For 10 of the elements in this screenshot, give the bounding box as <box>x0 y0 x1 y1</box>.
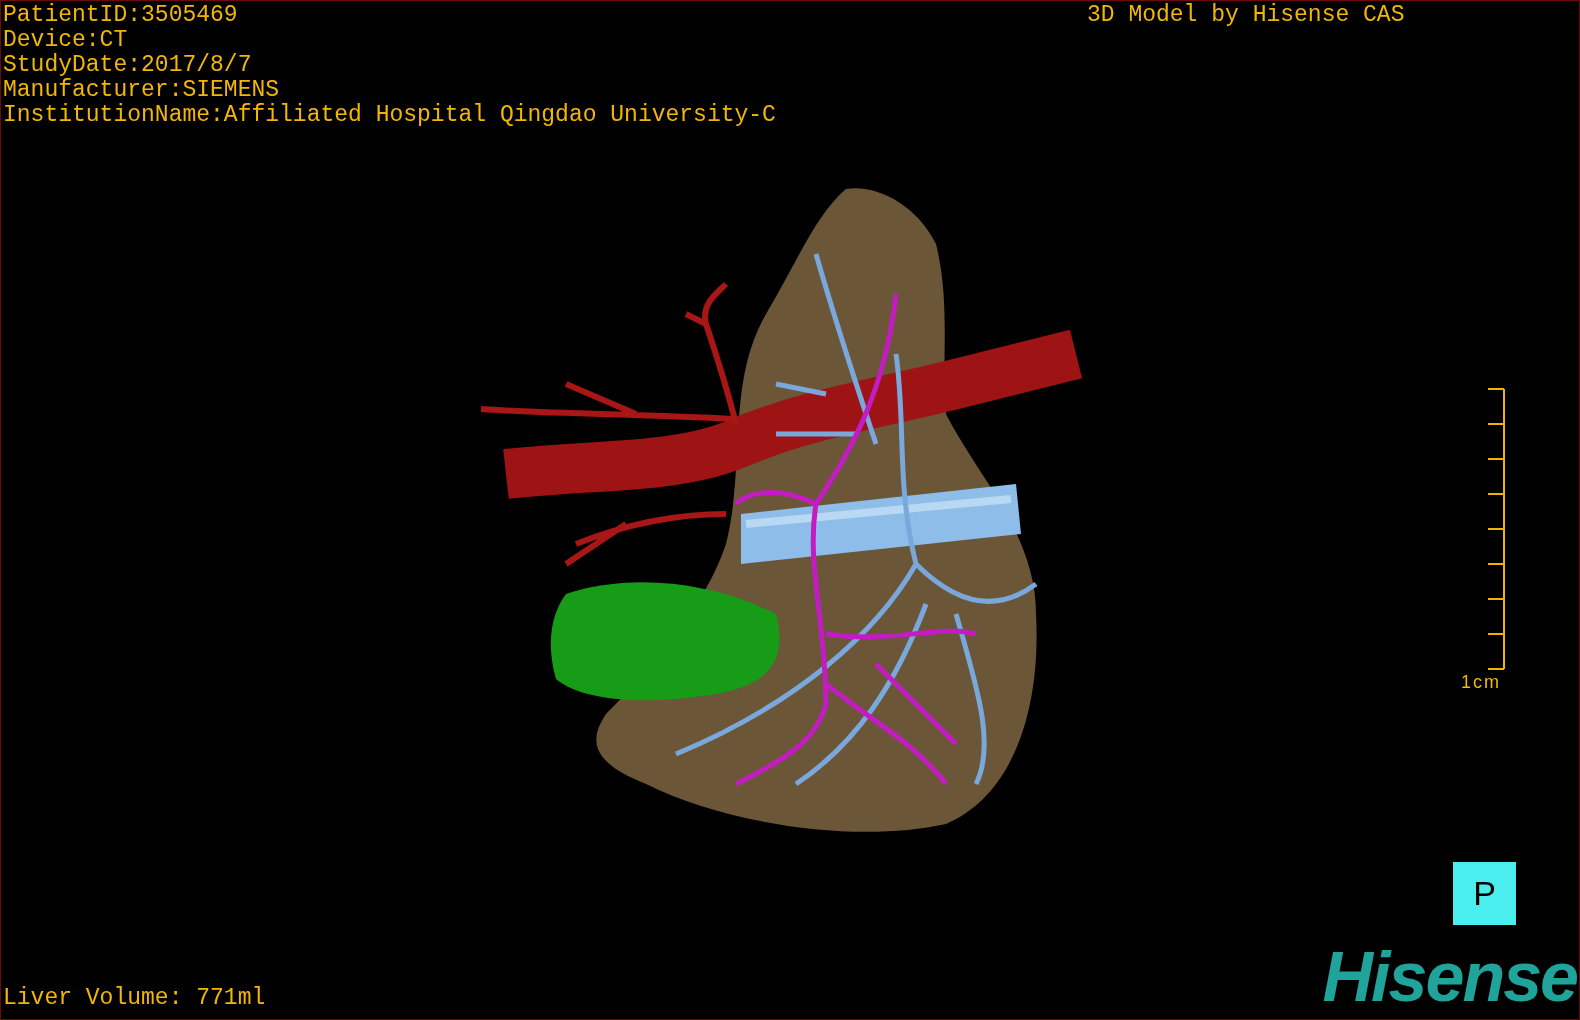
patient-info-text: PatientID:3505469 <box>3 3 239 28</box>
orientation-cube[interactable]: P <box>1453 862 1516 925</box>
model-credit-text: 3D Model by Hisense CAS <box>1087 3 1405 28</box>
logo: Hisense <box>1322 941 1577 1013</box>
patient-info-text: Manufacturer:SIEMENS <box>3 78 281 103</box>
patient-info-text: StudyDate:2017/8/7 <box>3 53 253 78</box>
scale-label: 1cm <box>1461 672 1501 693</box>
patient-info-text: InstitutionName:Affiliated Hospital Qingdao University-C <box>3 103 776 128</box>
liver-volume-text: Liver Volume: 771ml <box>3 986 266 1011</box>
patient-info-text: Device:CT <box>3 28 129 53</box>
